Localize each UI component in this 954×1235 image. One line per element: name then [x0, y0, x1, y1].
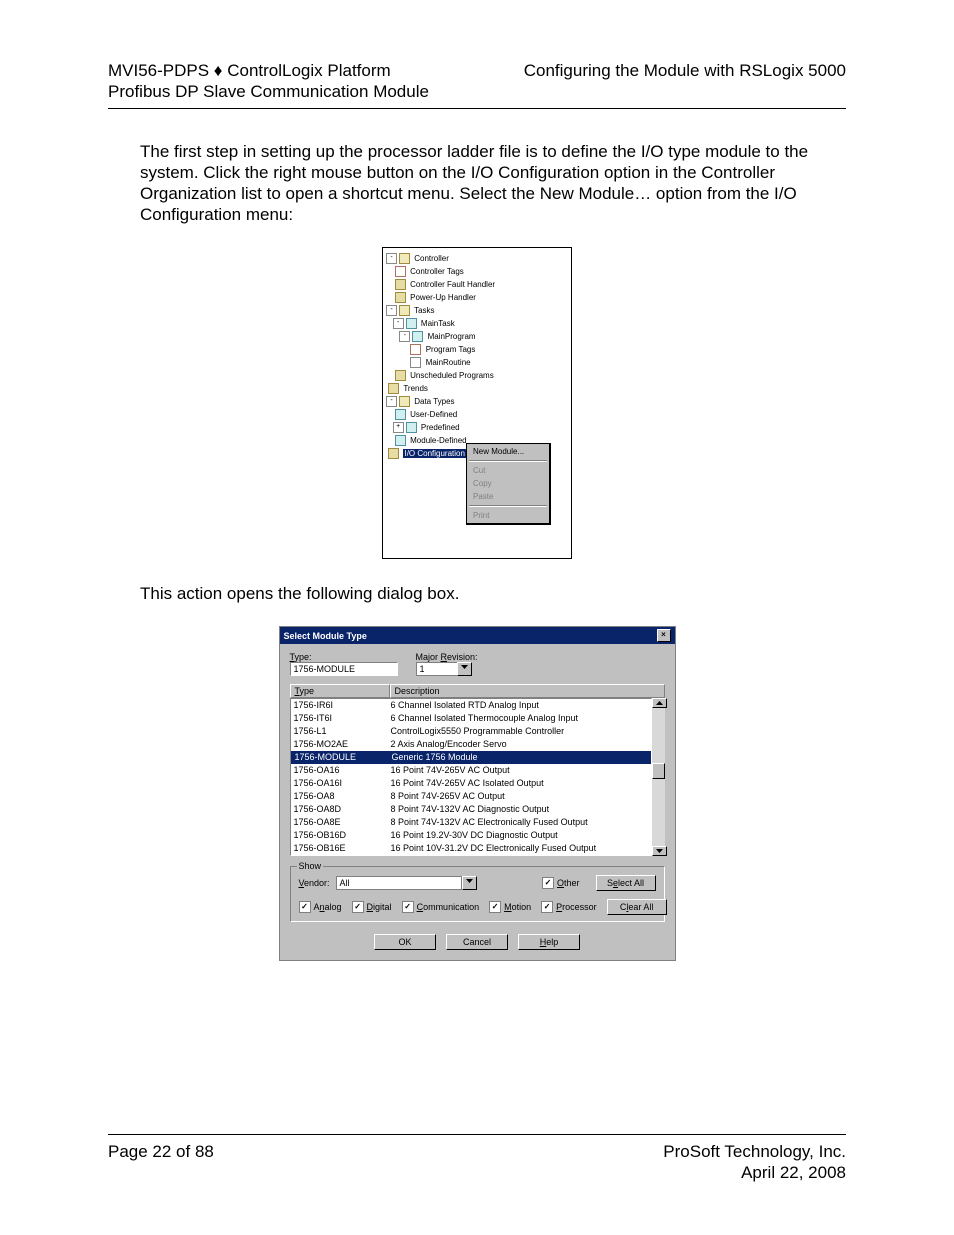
table-row[interactable]: 1756-OA1616 Point 74V-265V AC Output — [291, 764, 651, 777]
table-row[interactable]: 1756-L1ControlLogix5550 Programmable Con… — [291, 725, 651, 738]
module-list[interactable]: 1756-IR6I6 Channel Isolated RTD Analog I… — [290, 698, 652, 856]
table-row[interactable]: 1756-OA88 Point 74V-265V AC Output — [291, 790, 651, 803]
table-row[interactable]: 1756-OA8E8 Point 74V-132V AC Electronica… — [291, 816, 651, 829]
close-icon[interactable]: × — [657, 629, 671, 642]
help-button[interactable]: Help — [518, 934, 580, 950]
tree-io-config[interactable]: I/O Configuration — [403, 449, 465, 458]
ok-button[interactable]: OK — [374, 934, 436, 950]
para-2: This action opens the following dialog b… — [140, 583, 846, 604]
select-all-button[interactable]: Select All — [596, 875, 656, 891]
table-row[interactable]: 1756-OB16E16 Point 10V-31.2V DC Electron… — [291, 842, 651, 855]
table-row[interactable]: 1756-OA8D8 Point 74V-132V AC Diagnostic … — [291, 803, 651, 816]
menu-copy: Copy — [468, 477, 548, 490]
company-name: ProSoft Technology, Inc. — [663, 1141, 846, 1162]
col-description[interactable]: Description — [390, 684, 665, 698]
scrollbar[interactable] — [652, 698, 665, 856]
tree-datatypes: Data Types — [414, 397, 454, 406]
list-header: Type Description — [290, 684, 665, 698]
vendor-value[interactable]: All — [336, 876, 462, 890]
table-row[interactable]: 1756-MO2AE2 Axis Analog/Encoder Servo — [291, 738, 651, 751]
scroll-down-icon[interactable] — [652, 846, 667, 856]
table-row[interactable]: 1756-OA16I16 Point 74V-265V AC Isolated … — [291, 777, 651, 790]
menu-cut: Cut — [468, 464, 548, 477]
header-rule — [108, 108, 846, 109]
select-module-dialog: Select Module Type × Type: 1756-MODULE M… — [279, 626, 676, 961]
tree-program-tags: Program Tags — [426, 345, 476, 354]
table-row[interactable]: 1756-OB16D16 Point 19.2V-30V DC Diagnost… — [291, 829, 651, 842]
page-number: Page 22 of 88 — [108, 1141, 214, 1162]
scroll-up-icon[interactable] — [652, 698, 667, 708]
digital-checkbox[interactable]: Digital — [352, 901, 392, 913]
tree-controller: Controller — [414, 254, 449, 263]
header-left-1: MVI56-PDPS ♦ ControlLogix Platform — [108, 60, 429, 81]
tree-moduledefined: Module-Defined — [410, 436, 466, 445]
vendor-label: Vendor: — [299, 878, 330, 888]
menu-new-module[interactable]: New Module... — [468, 445, 548, 458]
footer-rule — [108, 1134, 846, 1135]
tree-mainroutine: MainRoutine — [426, 358, 471, 367]
major-rev-label: Major Revision: — [416, 652, 478, 662]
menu-paste: Paste — [468, 490, 548, 503]
type-input[interactable]: 1756-MODULE — [290, 662, 398, 676]
tree-unscheduled: Unscheduled Programs — [410, 371, 494, 380]
cancel-button[interactable]: Cancel — [446, 934, 508, 950]
chevron-down-icon[interactable] — [462, 876, 477, 890]
tree-mainprogram: MainProgram — [428, 332, 476, 341]
footer-date: April 22, 2008 — [741, 1162, 846, 1183]
controller-tree-figure: - Controller Controller Tags Controller … — [382, 247, 572, 559]
tree-userdefined: User-Defined — [410, 410, 457, 419]
table-row[interactable]: 1756-IT6I6 Channel Isolated Thermocouple… — [291, 712, 651, 725]
header-left-2: Profibus DP Slave Communication Module — [108, 81, 429, 102]
tree-trends: Trends — [403, 384, 428, 393]
show-group: Show Vendor: All Other Select All Analog — [290, 866, 665, 922]
col-type[interactable]: Type — [290, 684, 390, 698]
page-header: MVI56-PDPS ♦ ControlLogix Platform Profi… — [108, 60, 846, 102]
communication-checkbox[interactable]: Communication — [402, 901, 480, 913]
dialog-title: Select Module Type — [284, 631, 367, 641]
processor-checkbox[interactable]: Processor — [541, 901, 597, 913]
context-menu: New Module... Cut Copy Paste Print — [466, 443, 551, 525]
header-right: Configuring the Module with RSLogix 5000 — [524, 60, 846, 102]
tree-maintask: MainTask — [421, 319, 455, 328]
tree-fault-handler: Controller Fault Handler — [410, 280, 495, 289]
table-row[interactable]: 1756-IR6I6 Channel Isolated RTD Analog I… — [291, 699, 651, 712]
major-rev-value[interactable]: 1 — [416, 662, 457, 676]
tree-tasks: Tasks — [414, 306, 434, 315]
chevron-down-icon[interactable] — [457, 662, 472, 676]
other-checkbox[interactable]: Other — [542, 877, 580, 889]
menu-print: Print — [468, 509, 548, 522]
motion-checkbox[interactable]: Motion — [489, 901, 531, 913]
clear-all-button[interactable]: Clear All — [607, 899, 667, 915]
intro-paragraph: The first step in setting up the process… — [140, 141, 846, 225]
scroll-thumb[interactable] — [652, 763, 665, 779]
analog-checkbox[interactable]: Analog — [299, 901, 342, 913]
tree-predefined: Predefined — [421, 423, 460, 432]
show-group-title: Show — [297, 861, 324, 871]
tree-powerup: Power-Up Handler — [410, 293, 476, 302]
table-row[interactable]: 1756-MODULEGeneric 1756 Module — [291, 751, 651, 764]
tree-controller-tags: Controller Tags — [410, 267, 464, 276]
